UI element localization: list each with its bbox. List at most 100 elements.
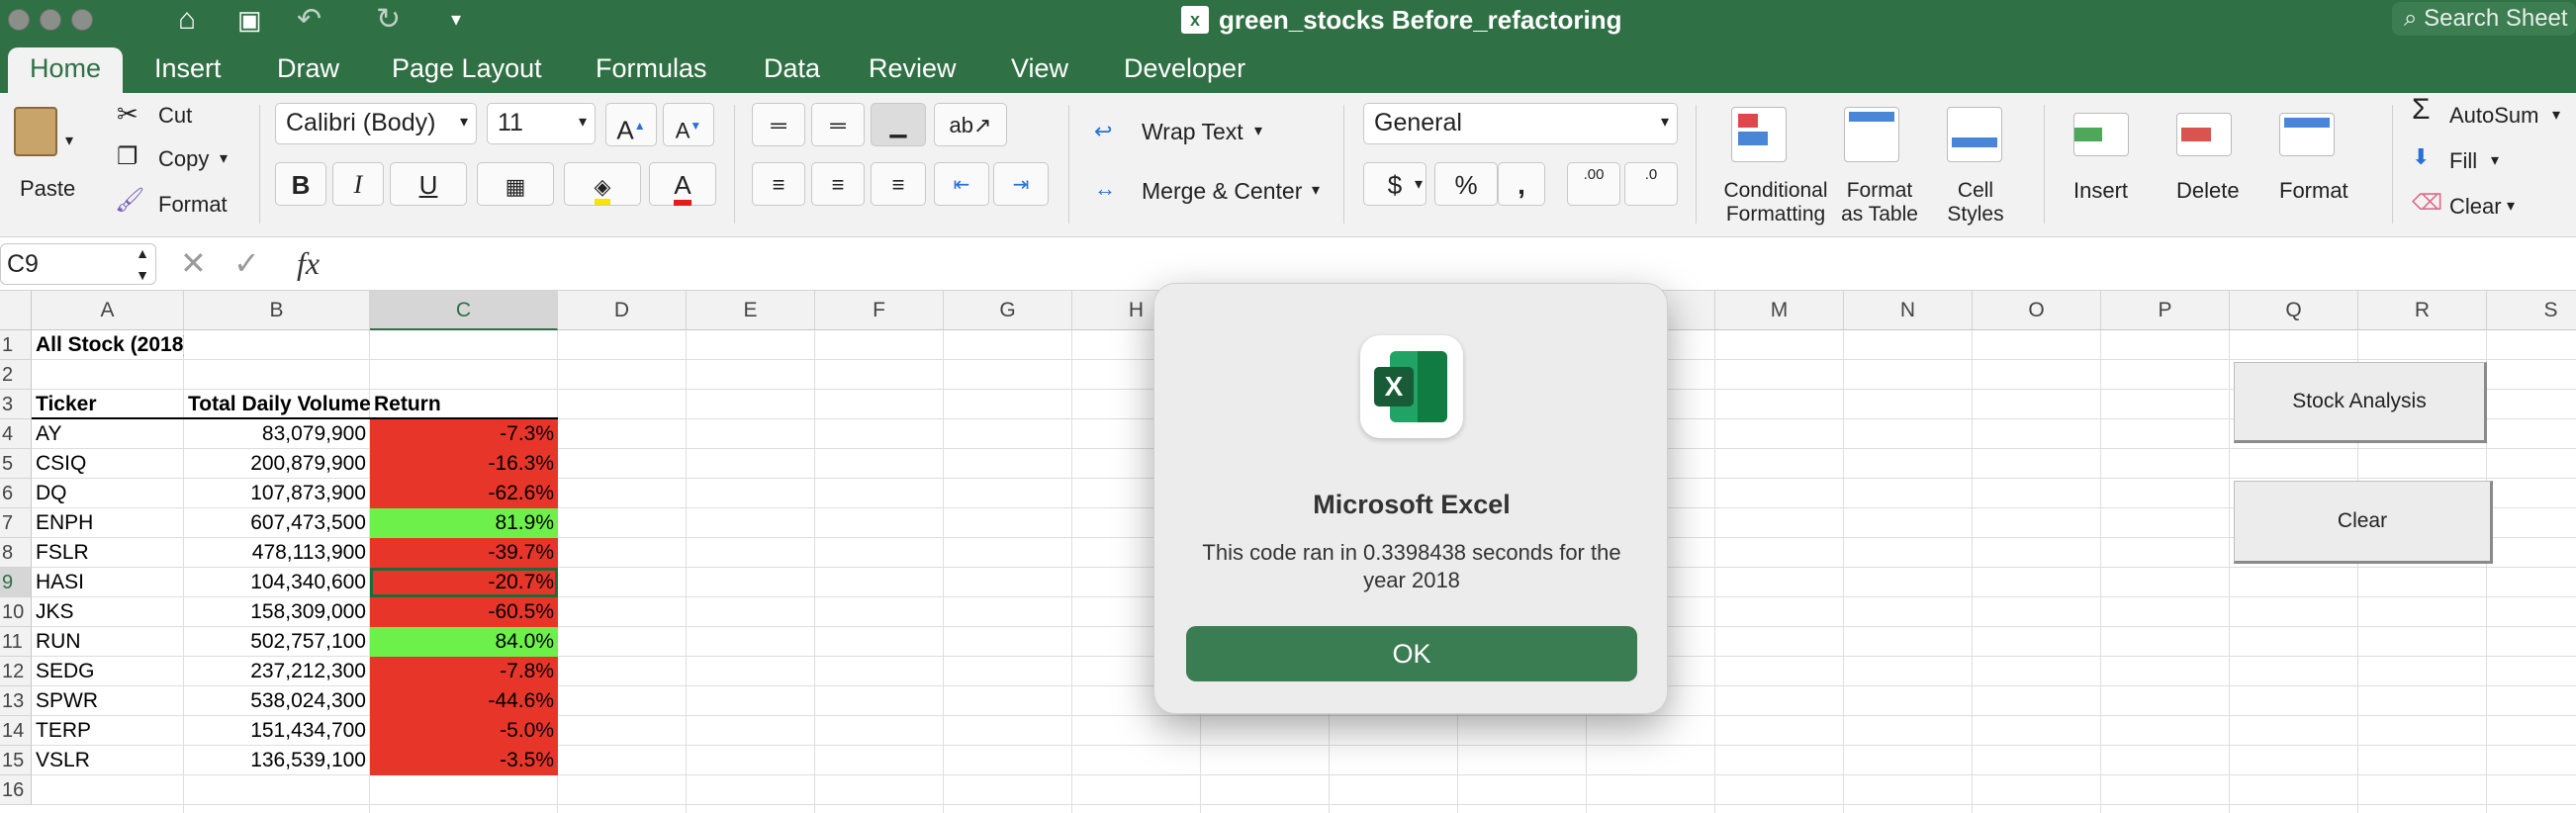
decrease-font-size-button[interactable]: A▼ <box>663 103 714 146</box>
row-header-4[interactable]: 4 <box>0 419 32 449</box>
clear-sheet-button[interactable]: Clear <box>2234 481 2493 564</box>
format-as-table-label-1[interactable]: Format <box>1836 178 1923 204</box>
tab-home[interactable]: Home <box>8 47 124 93</box>
sheet-title-cell[interactable]: All Stock (2018) <box>32 330 184 360</box>
search-sheet-input[interactable]: ⌕ Search Sheet <box>2392 2 2576 36</box>
paste-icon[interactable] <box>14 107 57 156</box>
increase-decimal-button[interactable]: .00 <box>1567 162 1620 206</box>
insert-cells-button[interactable]: Insert <box>2073 178 2128 204</box>
fill-dropdown-icon[interactable]: ▾ <box>2491 148 2499 174</box>
number-format-select[interactable]: General ▾ <box>1363 103 1678 144</box>
close-window-button[interactable] <box>8 9 30 31</box>
row-header-10[interactable]: 10 <box>0 597 32 627</box>
merge-center-dropdown-icon[interactable]: ▾ <box>1312 178 1320 204</box>
volume-cell[interactable]: 237,212,300 <box>184 657 370 686</box>
delete-cells-button[interactable]: Delete <box>2176 178 2240 204</box>
copy-dropdown-icon[interactable]: ▾ <box>220 146 228 172</box>
paste-button[interactable]: Paste <box>20 176 75 202</box>
column-header-p[interactable]: P <box>2101 291 2230 330</box>
ticker-cell[interactable]: FSLR <box>32 538 184 568</box>
volume-cell[interactable]: 151,434,700 <box>184 716 370 746</box>
conditional-formatting-label-1[interactable]: Conditional <box>1713 178 1838 204</box>
volume-cell[interactable]: 607,473,500 <box>184 508 370 538</box>
volume-cell[interactable]: 158,309,000 <box>184 597 370 627</box>
row-header-16[interactable]: 16 <box>0 775 32 805</box>
row-header-9[interactable]: 9 <box>0 568 32 597</box>
fx-icon[interactable]: fx <box>297 243 320 283</box>
ticker-cell[interactable]: VSLR <box>32 746 184 775</box>
confirm-icon[interactable]: ✓ <box>233 243 260 283</box>
ticker-cell[interactable]: SPWR <box>32 686 184 716</box>
column-header-a[interactable]: A <box>32 291 184 330</box>
tab-insert[interactable]: Insert <box>133 47 243 93</box>
currency-dropdown-icon[interactable]: ▾ <box>1415 172 1423 198</box>
volume-cell[interactable]: 107,873,900 <box>184 479 370 508</box>
cut-button[interactable]: Cut <box>158 103 192 129</box>
return-cell[interactable]: -3.5% <box>370 746 558 775</box>
ticker-cell[interactable]: CSIQ <box>32 449 184 479</box>
return-cell[interactable]: -16.3% <box>370 449 558 479</box>
insert-cells-icon[interactable] <box>2073 113 2129 156</box>
column-header-n[interactable]: N <box>1844 291 1973 330</box>
row-header-3[interactable]: 3 <box>0 390 32 419</box>
return-cell[interactable]: -60.5% <box>370 597 558 627</box>
tab-developer[interactable]: Developer <box>1102 47 1267 93</box>
row-header-1[interactable]: 1 <box>0 330 32 360</box>
decrease-decimal-button[interactable]: .0 <box>1624 162 1678 206</box>
font-color-button[interactable]: A <box>649 162 716 206</box>
name-box[interactable]: C9 ▲ ▼ <box>0 243 156 285</box>
clear-button[interactable]: Clear <box>2449 194 2502 220</box>
row-header-15[interactable]: 15 <box>0 746 32 775</box>
conditional-formatting-label-2[interactable]: Formatting <box>1713 202 1838 227</box>
decrease-indent-button[interactable]: ⇤ <box>934 162 989 206</box>
align-bottom-button[interactable]: ▁ <box>871 103 926 146</box>
column-header-s[interactable]: S <box>2487 291 2576 330</box>
home-icon[interactable]: ⌂ <box>178 2 196 38</box>
wrap-text-dropdown-icon[interactable]: ▾ <box>1254 119 1262 144</box>
tab-review[interactable]: Review <box>847 47 978 93</box>
cell-styles-icon[interactable] <box>1947 107 2002 162</box>
row-header-7[interactable]: 7 <box>0 508 32 538</box>
tab-page-layout[interactable]: Page Layout <box>370 47 564 93</box>
autosum-dropdown-icon[interactable]: ▾ <box>2552 103 2560 129</box>
wrap-text-button[interactable]: Wrap Text <box>1142 119 1243 144</box>
format-cells-button[interactable]: Format <box>2279 178 2348 204</box>
column-header-o[interactable]: O <box>1973 291 2101 330</box>
column-header-d[interactable]: D <box>558 291 687 330</box>
ticker-cell[interactable]: AY <box>32 419 184 449</box>
ticker-cell[interactable]: RUN <box>32 627 184 657</box>
volume-cell[interactable]: 478,113,900 <box>184 538 370 568</box>
cell-styles-label-1[interactable]: Cell <box>1941 178 2010 204</box>
underline-button[interactable]: U <box>390 162 467 206</box>
customize-toolbar-icon[interactable]: ▾ <box>451 2 461 38</box>
ticker-cell[interactable]: ENPH <box>32 508 184 538</box>
fill-button[interactable]: Fill <box>2449 148 2477 174</box>
column-header-g[interactable]: G <box>944 291 1072 330</box>
align-left-button[interactable]: ≡ <box>752 162 805 206</box>
row-header-5[interactable]: 5 <box>0 449 32 479</box>
header-volume-cell[interactable]: Total Daily Volume <box>184 390 370 419</box>
font-name-select[interactable]: Calibri (Body) ▾ <box>275 103 477 144</box>
align-right-button[interactable]: ≡ <box>871 162 926 206</box>
delete-cells-icon[interactable] <box>2176 113 2232 156</box>
undo-icon[interactable]: ↶ <box>297 2 322 38</box>
return-cell[interactable]: -5.0% <box>370 716 558 746</box>
return-cell[interactable]: -7.8% <box>370 657 558 686</box>
tab-draw[interactable]: Draw <box>255 47 361 93</box>
ticker-cell[interactable]: DQ <box>32 479 184 508</box>
bold-button[interactable]: B <box>275 162 326 206</box>
column-header-q[interactable]: Q <box>2230 291 2358 330</box>
conditional-formatting-icon[interactable] <box>1731 107 1787 162</box>
return-cell[interactable]: -39.7% <box>370 538 558 568</box>
copy-button[interactable]: Copy <box>158 146 209 172</box>
cell-styles-label-2[interactable]: Styles <box>1941 202 2010 227</box>
increase-indent-button[interactable]: ⇥ <box>993 162 1049 206</box>
volume-cell[interactable]: 104,340,600 <box>184 568 370 597</box>
column-header-m[interactable]: M <box>1715 291 1844 330</box>
return-cell[interactable]: 84.0% <box>370 627 558 657</box>
orientation-button[interactable]: ab↗ <box>934 103 1007 146</box>
name-box-stepper-icon[interactable]: ▲ ▼ <box>136 242 149 286</box>
row-header-2[interactable]: 2 <box>0 360 32 390</box>
comma-style-button[interactable]: , <box>1498 162 1545 206</box>
minimize-window-button[interactable] <box>40 9 61 31</box>
